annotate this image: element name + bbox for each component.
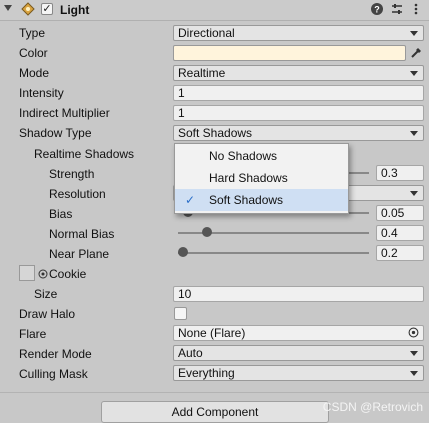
type-dropdown[interactable]: Directional [173,25,424,41]
bias-label: Bias [49,207,73,221]
object-picker-icon[interactable] [38,268,48,279]
near-plane-slider-track[interactable] [178,252,369,254]
eyedropper-icon[interactable] [409,46,423,60]
color-swatch[interactable] [173,45,406,61]
cookie-thumbnail[interactable] [19,265,35,281]
normal-bias-input[interactable]: 0.4 [376,225,424,241]
chevron-down-icon [410,371,418,376]
flare-object-field[interactable]: None (Flare) [173,325,424,341]
indirect-multiplier-label: Indirect Multiplier [19,106,110,120]
component-title: Light [60,3,90,17]
size-label: Size [34,287,58,301]
add-component-button[interactable]: Add Component [101,401,329,423]
near-plane-input[interactable]: 0.2 [376,245,424,261]
enabled-checkbox[interactable]: ✓ [41,3,53,15]
intensity-input[interactable]: 1 [173,85,424,101]
mode-dropdown[interactable]: Realtime [173,65,424,81]
popup-item-label: Soft Shadows [209,193,284,207]
popup-item-soft-shadows[interactable]: ✓ Soft Shadows [175,189,348,211]
watermark: CSDN @Retrovich [322,400,423,414]
checkmark-icon: ✓ [185,193,196,207]
draw-halo-checkbox[interactable] [174,307,187,320]
chevron-down-icon [410,71,418,76]
near-plane-slider-knob[interactable] [178,247,188,257]
shadow-type-value: Soft Shadows [178,126,253,140]
type-value: Directional [178,26,235,40]
svg-text:?: ? [374,5,380,15]
strength-input[interactable]: 0.3 [376,165,424,181]
chevron-down-icon [410,191,418,196]
culling-mask-value: Everything [178,366,235,380]
culling-mask-dropdown[interactable]: Everything [173,365,424,381]
fold-arrow-icon[interactable] [4,5,12,11]
strength-label: Strength [49,167,95,181]
size-input[interactable]: 10 [173,286,424,302]
help-icon[interactable]: ? [370,2,384,16]
light-icon [21,2,35,16]
render-mode-label: Render Mode [19,347,92,361]
indirect-multiplier-input[interactable]: 1 [173,105,424,121]
divider [0,392,429,393]
preset-icon[interactable] [390,2,404,16]
kebab-menu-icon[interactable] [409,2,423,16]
resolution-label: Resolution [49,187,106,201]
normal-bias-label: Normal Bias [49,227,115,241]
cookie-label: Cookie [49,267,87,281]
mode-value: Realtime [178,66,226,80]
type-label: Type [19,26,46,40]
popup-item-label: No Shadows [209,149,278,163]
chevron-down-icon [410,131,418,136]
normal-bias-slider-knob[interactable] [201,227,212,237]
object-picker-icon[interactable] [408,327,419,340]
chevron-down-icon [410,351,418,356]
popup-item-label: Hard Shadows [209,171,288,185]
render-mode-dropdown[interactable]: Auto [173,345,424,361]
render-mode-value: Auto [178,346,203,360]
chevron-down-icon [410,31,418,36]
intensity-label: Intensity [19,86,64,100]
shadow-type-dropdown[interactable]: Soft Shadows [173,125,424,141]
color-label: Color [19,46,48,60]
popup-item-no-shadows[interactable]: No Shadows [175,145,348,167]
near-plane-label: Near Plane [49,247,110,261]
draw-halo-label: Draw Halo [19,307,76,321]
flare-value: None (Flare) [178,326,246,340]
mode-label: Mode [19,66,50,80]
shadow-type-popup: No Shadows Hard Shadows ✓ Soft Shadows [174,143,349,214]
popup-item-hard-shadows[interactable]: Hard Shadows [175,167,348,189]
shadow-type-label: Shadow Type [19,126,92,140]
bias-input[interactable]: 0.05 [376,205,424,221]
culling-mask-label: Culling Mask [19,367,88,381]
realtime-shadows-label: Realtime Shadows [34,147,135,161]
flare-label: Flare [19,327,47,341]
